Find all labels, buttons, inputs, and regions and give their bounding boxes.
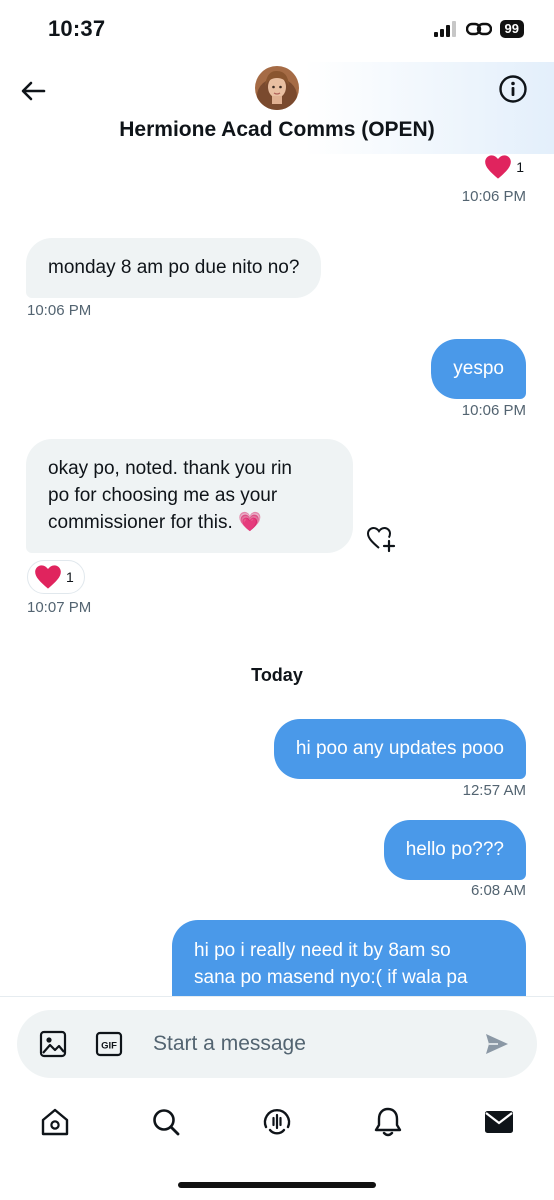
message-input[interactable] — [153, 1024, 473, 1064]
heart-icon — [35, 565, 61, 589]
message-reaction[interactable]: 1 — [484, 154, 524, 180]
message-composer: GIF — [17, 1010, 537, 1078]
outgoing-message-bubble[interactable]: hi poo any updates pooo — [273, 719, 526, 779]
message-text: yespo — [453, 358, 504, 379]
image-icon — [39, 1030, 67, 1058]
messages-icon — [485, 1111, 513, 1133]
conversation-header: Hermione Acad Comms (OPEN) — [0, 62, 554, 154]
message-text-line: okay po, noted. thank you rin — [48, 458, 292, 479]
search-icon — [153, 1109, 180, 1136]
message-timestamp: 10:06 PM — [461, 402, 526, 419]
media-button[interactable] — [39, 1030, 69, 1060]
nav-home[interactable] — [37, 1104, 73, 1140]
reaction-count: 1 — [516, 159, 524, 175]
message-text-line: hi po i really need it by 8am so — [194, 940, 451, 961]
message-timestamp: 10:06 PM — [461, 188, 526, 205]
outgoing-message-bubble[interactable]: hi po i really need it by 8am so sana po… — [172, 920, 526, 996]
send-button[interactable] — [483, 1030, 513, 1060]
message-text: monday 8 am po due nito no? — [48, 257, 300, 278]
incoming-message-bubble[interactable]: monday 8 am po due nito no? — [26, 238, 322, 298]
back-button[interactable] — [18, 76, 48, 106]
heart-icon — [485, 155, 512, 179]
home-indicator — [178, 1182, 376, 1188]
gif-button[interactable]: GIF — [95, 1030, 125, 1060]
reaction-count: 1 — [66, 569, 74, 585]
back-arrow-icon — [21, 81, 46, 101]
outgoing-message-bubble[interactable]: hello po??? — [383, 820, 526, 880]
composer-bar: GIF — [0, 996, 554, 1088]
day-separator: Today — [251, 665, 303, 685]
message-reaction[interactable]: 1 — [27, 560, 85, 594]
add-reaction-button[interactable] — [366, 525, 396, 553]
message-text: hello po??? — [405, 839, 504, 860]
nav-spaces[interactable] — [259, 1104, 295, 1140]
info-button[interactable] — [498, 74, 528, 104]
avatar-image — [255, 66, 299, 110]
message-timestamp: 10:07 PM — [27, 599, 92, 616]
notifications-icon — [374, 1107, 402, 1137]
message-timestamp: 12:57 AM — [462, 782, 526, 799]
conversation-title: Hermione Acad Comms (OPEN) — [119, 118, 435, 141]
heart-plus-icon — [366, 526, 396, 553]
message-text-line: po for choosing me as your — [48, 485, 278, 506]
message-timestamp: 6:08 AM — [470, 882, 526, 899]
info-icon — [499, 75, 527, 103]
spaces-icon — [263, 1109, 291, 1135]
outgoing-message-bubble[interactable]: yespo — [431, 339, 526, 399]
send-icon — [486, 1034, 508, 1054]
message-text: hi poo any updates pooo — [295, 738, 504, 759]
nav-search[interactable] — [148, 1104, 184, 1140]
message-text-line: sana po masend nyo:( if wala pa — [194, 967, 468, 988]
gif-icon: GIF — [95, 1031, 123, 1057]
home-icon — [41, 1108, 69, 1136]
avatar[interactable] — [255, 66, 299, 110]
bottom-navigation — [0, 1088, 554, 1200]
gif-label: GIF — [101, 1041, 117, 1052]
message-timestamp: 10:06 PM — [27, 302, 92, 319]
incoming-message-bubble[interactable]: okay po, noted. thank you rin po for cho… — [26, 439, 353, 553]
nav-messages[interactable] — [481, 1104, 517, 1140]
nav-notifications[interactable] — [370, 1104, 406, 1140]
message-text-line: commissioner for this. 💗 — [48, 512, 262, 533]
